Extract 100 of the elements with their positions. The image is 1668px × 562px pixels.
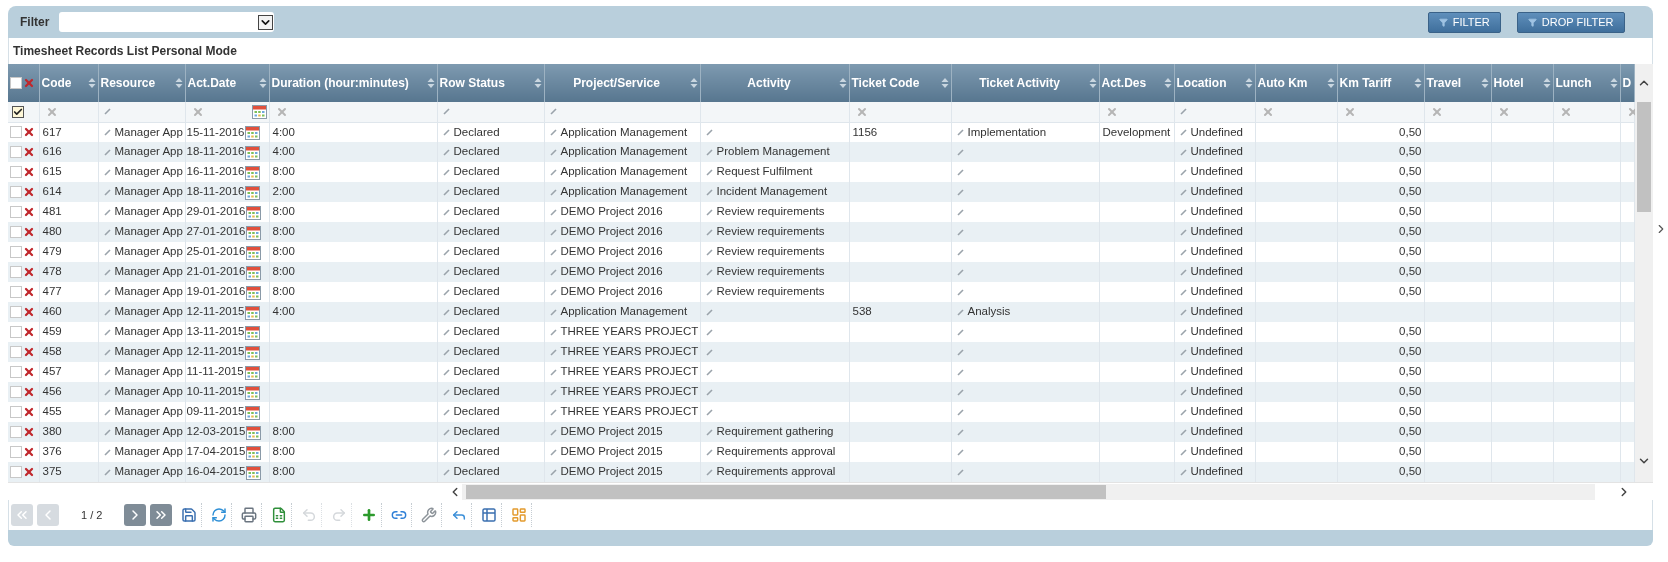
calendar-icon[interactable]: [244, 364, 260, 380]
delete-icon[interactable]: [23, 246, 35, 258]
column-header[interactable]: Act.Des: [1099, 64, 1174, 102]
column-header[interactable]: Ticket Activity: [951, 64, 1099, 102]
sort-icon[interactable]: [940, 77, 949, 89]
clear-icon[interactable]: [1430, 105, 1443, 118]
sort-icon[interactable]: [87, 77, 96, 89]
calendar-icon[interactable]: [246, 464, 262, 480]
delete-icon[interactable]: [23, 186, 35, 198]
dashboard-icon[interactable]: [510, 507, 527, 523]
delete-icon[interactable]: [23, 266, 35, 278]
scrollbar-thumb[interactable]: [466, 484, 1106, 499]
delete-icon[interactable]: [23, 366, 35, 378]
clear-icon[interactable]: [1343, 105, 1356, 118]
calendar-icon[interactable]: [245, 384, 261, 400]
table-row[interactable]: 479 Manager App 25-01-2016 8:00 Declared DEMO Project 2016 Review requirements Undefined 0,50: [8, 242, 1634, 262]
table-row[interactable]: 480 Manager App 27-01-2016 8:00 Declared DEMO Project 2016 Review requirements Undefined 0,50: [8, 222, 1634, 242]
sort-icon[interactable]: [1413, 77, 1422, 89]
sort-icon[interactable]: [174, 77, 183, 89]
clear-icon[interactable]: [855, 105, 868, 118]
table-row[interactable]: 456 Manager App 10-11-2015 Declared THREE YEARS PROJECT Undefined 0,50: [8, 382, 1634, 402]
clear-icon[interactable]: [1105, 105, 1118, 118]
horizontal-scrollbar[interactable]: [462, 483, 1595, 500]
clear-icon[interactable]: [191, 105, 204, 118]
spreadsheet-icon[interactable]: [270, 507, 287, 523]
sort-icon[interactable]: [1326, 77, 1335, 89]
sort-icon[interactable]: [1542, 77, 1551, 89]
column-header[interactable]: Auto Km: [1255, 64, 1337, 102]
wrench-icon[interactable]: [420, 507, 437, 523]
table-row[interactable]: 614 Manager App 18-11-2016 2:00 Declared Application Management Incident Management Undefined 0,50: [8, 182, 1634, 202]
delete-icon[interactable]: [23, 466, 35, 478]
table-row[interactable]: 617 Manager App 15-11-2016 4:00 Declared Application Management 1156 Implementation Development Undefined 0,50: [8, 122, 1634, 142]
clear-icon[interactable]: [275, 105, 288, 118]
table-row[interactable]: 460 Manager App 12-11-2015 4:00 Declared Application Management 538 Analysis Undefined: [8, 302, 1634, 322]
delete-icon[interactable]: [23, 446, 35, 458]
column-header[interactable]: Ticket Code: [849, 64, 951, 102]
calendar-icon[interactable]: [246, 224, 262, 240]
calendar-icon[interactable]: [246, 424, 262, 440]
table-row[interactable]: 375 Manager App 16-04-2015 8:00 Declared DEMO Project 2015 Requirements approval Undefined 0,50: [8, 462, 1634, 482]
refresh-icon[interactable]: [210, 507, 227, 523]
filter-button[interactable]: DROP FILTER: [1516, 11, 1625, 33]
table-row[interactable]: 459 Manager App 13-11-2015 Declared THREE YEARS PROJECT Undefined 0,50: [8, 322, 1634, 342]
clear-icon[interactable]: [1626, 105, 1635, 118]
delete-icon[interactable]: [23, 306, 35, 318]
sort-icon[interactable]: [1088, 77, 1097, 89]
clear-icon[interactable]: [1497, 105, 1510, 118]
checkbox[interactable]: [12, 105, 24, 118]
calendar-icon[interactable]: [245, 304, 261, 320]
clear-icon[interactable]: [45, 105, 58, 118]
plus-icon[interactable]: [360, 507, 377, 523]
calendar-icon[interactable]: [251, 104, 267, 120]
calendar-icon[interactable]: [245, 404, 261, 420]
column-header[interactable]: Hotel: [1491, 64, 1553, 102]
sort-icon[interactable]: [1480, 77, 1489, 89]
delete-icon[interactable]: [23, 226, 35, 238]
calendar-icon[interactable]: [246, 264, 262, 280]
table-row[interactable]: 616 Manager App 18-11-2016 4:00 Declared Application Management Problem Management Undefined 0,50: [8, 142, 1634, 162]
sort-icon[interactable]: [533, 77, 542, 89]
column-header[interactable]: Row Status: [437, 64, 544, 102]
delete-icon[interactable]: [23, 346, 35, 358]
sort-icon[interactable]: [1163, 77, 1172, 89]
printer-icon[interactable]: [240, 507, 257, 523]
delete-icon[interactable]: [23, 386, 35, 398]
column-header[interactable]: Lunch: [1553, 64, 1620, 102]
calendar-icon[interactable]: [245, 344, 261, 360]
calendar-icon[interactable]: [246, 284, 262, 300]
sort-icon[interactable]: [426, 77, 435, 89]
calendar-icon[interactable]: [246, 244, 262, 260]
column-header[interactable]: Code: [39, 64, 98, 102]
sort-icon[interactable]: [1244, 77, 1253, 89]
sort-icon[interactable]: [1609, 77, 1618, 89]
clear-icon[interactable]: [1559, 105, 1572, 118]
delete-icon[interactable]: [23, 426, 35, 438]
calendar-icon[interactable]: [245, 164, 261, 180]
dropdown-caret-icon[interactable]: [258, 14, 274, 30]
column-header[interactable]: Location: [1174, 64, 1255, 102]
calendar-icon[interactable]: [245, 144, 261, 160]
column-header[interactable]: Project/Service: [544, 64, 700, 102]
table-row[interactable]: 458 Manager App 12-11-2015 Declared THREE YEARS PROJECT Undefined 0,50: [8, 342, 1634, 362]
delete-icon[interactable]: [23, 406, 35, 418]
delete-icon[interactable]: [23, 166, 35, 178]
sort-icon[interactable]: [689, 77, 698, 89]
filter-button[interactable]: FILTER: [1427, 11, 1501, 33]
sort-icon[interactable]: [838, 77, 847, 89]
delete-icon[interactable]: [23, 286, 35, 298]
column-header[interactable]: Resource: [98, 64, 185, 102]
table-icon[interactable]: [480, 507, 497, 523]
table-row[interactable]: 457 Manager App 11-11-2015 Declared THREE YEARS PROJECT Undefined 0,50: [8, 362, 1634, 382]
calendar-icon[interactable]: [246, 444, 262, 460]
clear-icon[interactable]: [1261, 105, 1274, 118]
table-row[interactable]: 380 Manager App 12-03-2015 8:00 Declared DEMO Project 2015 Requirement gathering Undefined 0,50: [8, 422, 1634, 442]
column-header[interactable]: Activity: [700, 64, 849, 102]
table-row[interactable]: 615 Manager App 16-11-2016 8:00 Declared Application Management Request Fulfilment Undefined 0,50: [8, 162, 1634, 182]
column-header[interactable]: Act.Date: [185, 64, 269, 102]
calendar-icon[interactable]: [246, 204, 262, 220]
scrollbar-thumb[interactable]: [1636, 102, 1651, 212]
table-row[interactable]: 376 Manager App 17-04-2015 8:00 Declared DEMO Project 2015 Requirements approval Undefined 0,50: [8, 442, 1634, 462]
delete-icon[interactable]: [23, 146, 35, 158]
calendar-icon[interactable]: [245, 124, 261, 140]
column-header[interactable]: Km Tariff: [1337, 64, 1424, 102]
